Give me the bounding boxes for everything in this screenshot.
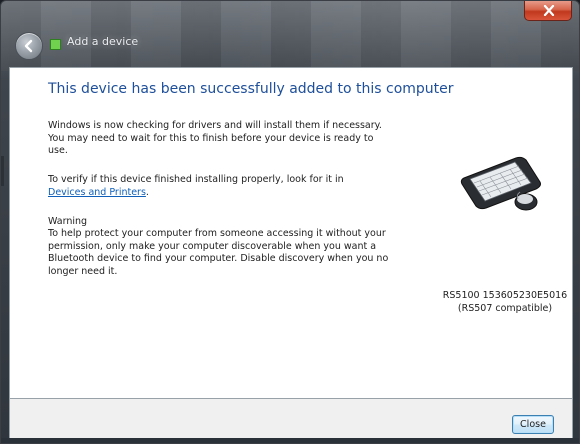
- close-icon: [543, 5, 555, 16]
- device-compatibility: (RS507 compatible): [457, 303, 553, 314]
- warning-heading: Warning: [48, 216, 88, 227]
- title-bar: Add a device: [1, 1, 579, 67]
- verify-text-prefix: To verify if this device finished instal…: [48, 174, 344, 185]
- driver-info-text: Windows is now checking for drivers and …: [48, 120, 382, 156]
- devices-and-printers-link[interactable]: Devices and Printers: [48, 187, 146, 198]
- verify-text: To verify if this device finished instal…: [48, 174, 393, 199]
- verify-text-suffix: .: [145, 186, 149, 198]
- device-name: RS5100 153605230E5016: [442, 290, 568, 301]
- window-close-button[interactable]: [524, 1, 572, 21]
- frame-edge: [1, 156, 4, 186]
- warning-text: To help protect your computer from someo…: [48, 228, 389, 277]
- back-arrow-icon: [24, 39, 33, 53]
- back-button[interactable]: [15, 32, 43, 60]
- window-bottom-frame: [1, 438, 579, 443]
- page-title: This device has been successfully added …: [48, 81, 454, 97]
- keyboard-mouse-icon: [460, 156, 541, 211]
- add-device-window: Add a device This device has been succes…: [0, 0, 580, 444]
- close-button[interactable]: Close: [512, 415, 554, 434]
- device-icon: [50, 39, 61, 50]
- window-title: Add a device: [67, 35, 139, 48]
- dialog-content: This device has been successfully added …: [9, 67, 573, 399]
